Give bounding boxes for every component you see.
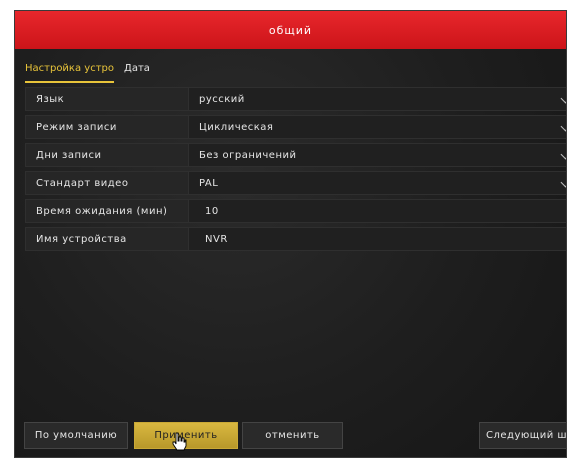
record-days-select[interactable]: Без ограничений [189, 143, 566, 167]
video-standard-value: PAL [199, 177, 219, 189]
chevron-down-icon [560, 149, 566, 160]
record-days-label: Дни записи [25, 143, 189, 167]
cancel-button[interactable]: отменить [242, 422, 343, 449]
device-name-input[interactable]: NVR [189, 227, 566, 251]
next-step-button[interactable]: Следующий ша [479, 422, 566, 449]
tab-bar: Настройка устро Дата [25, 59, 150, 83]
setting-row-language: Язык русский [25, 87, 566, 111]
tab-date[interactable]: Дата [124, 59, 150, 83]
settings-list: Язык русский Режим записи Циклическая Дн… [25, 87, 566, 255]
hand-cursor-icon [172, 432, 187, 451]
timeout-input[interactable]: 10 [189, 199, 566, 223]
setting-row-record-days: Дни записи Без ограничений [25, 143, 566, 167]
chevron-down-icon [560, 177, 566, 188]
window-content: Настройка устро Дата Язык русский Режим … [15, 49, 566, 457]
record-mode-select[interactable]: Циклическая [189, 115, 566, 139]
chevron-down-icon [560, 93, 566, 104]
language-select[interactable]: русский [189, 87, 566, 111]
video-standard-label: Стандарт видео [25, 171, 189, 195]
record-mode-value: Циклическая [199, 121, 274, 133]
default-button[interactable]: По умолчанию [24, 422, 128, 449]
tab-device-settings[interactable]: Настройка устро [25, 59, 114, 83]
button-bar: По умолчанию Применить отменить Следующи… [15, 413, 566, 457]
record-days-value: Без ограничений [199, 149, 297, 161]
timeout-label: Время ожидания (мин) [25, 199, 189, 223]
general-settings-window: общий Настройка устро Дата Язык русский … [14, 10, 567, 458]
setting-row-video-standard: Стандарт видео PAL [25, 171, 566, 195]
language-label: Язык [25, 87, 189, 111]
setting-row-device-name: Имя устройства NVR [25, 227, 566, 251]
window-title: общий [15, 11, 566, 49]
language-value: русский [199, 93, 245, 105]
chevron-down-icon [560, 121, 566, 132]
record-mode-label: Режим записи [25, 115, 189, 139]
device-name-label: Имя устройства [25, 227, 189, 251]
video-standard-select[interactable]: PAL [189, 171, 566, 195]
setting-row-record-mode: Режим записи Циклическая [25, 115, 566, 139]
setting-row-timeout: Время ожидания (мин) 10 [25, 199, 566, 223]
